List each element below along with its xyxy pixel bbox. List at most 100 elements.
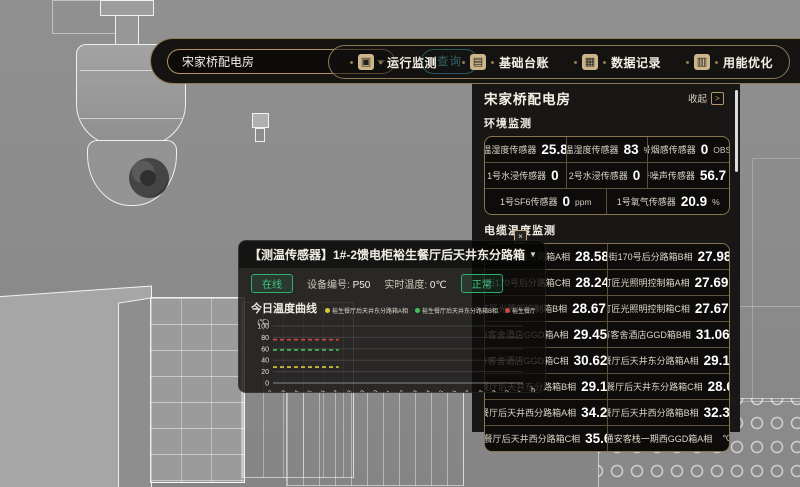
env-cell: 1号温湿度传感器 83 %RH (567, 137, 648, 162)
nav-label: 基础台账 (499, 54, 549, 71)
legend-item[interactable]: 裕生餐厅后天井东分路箱A相 (325, 306, 408, 315)
cabinet-wireframe-2 (286, 392, 464, 486)
device-no-label: 设备编号: (307, 280, 350, 291)
svg-text:80: 80 (261, 335, 269, 342)
collapse-chevron-icon[interactable]: > (711, 92, 724, 105)
camera-lens (129, 158, 169, 198)
popup-title-text: 【测温传感器】1#-2馈电柜裕生餐厅后天井东分路箱 (249, 246, 525, 263)
sensor-value: 29.15 (581, 379, 606, 394)
chart-title: 今日温度曲线 (251, 300, 317, 316)
svg-text:20:34: 20:34 (287, 389, 301, 393)
svg-text:20:36: 20:36 (314, 389, 328, 393)
dot-separator (715, 61, 718, 64)
nav-item-data-records[interactable]: ▦ 数据记录 (569, 54, 661, 71)
sensor-value: 29.15 (704, 353, 729, 368)
svg-text:20:43: 20:43 (406, 389, 420, 393)
sensor-value: 0 (701, 142, 709, 157)
sensor-value: 34.28 (581, 405, 606, 420)
temperature-chart: 020406080100(℃)20:3220:3320:3420:3520:36… (247, 317, 539, 393)
legend-item[interactable]: 裕生餐厅后天井东分路箱C相 (505, 306, 535, 315)
svg-text:20:32: 20:32 (261, 389, 275, 393)
nav-item-base-ledger[interactable]: ▤ 基础台账 (457, 54, 549, 71)
status-badge-normal: 正常 (461, 274, 503, 293)
app: 查询 ▣ 运行监测 ▤ 基础台账 ▦ 数据记录 ▥ (0, 0, 800, 487)
env-sensor-table: 1号温湿度传感器 25.8 ℃ 1号温湿度传感器 83 %RH 1号烟感传感器 … (484, 136, 730, 215)
wireframe-box-2 (752, 158, 800, 402)
cable-cell: 裕生餐厅后天井西分路箱A相34.28℃ (485, 400, 607, 425)
nav-label: 用能优化 (723, 54, 773, 71)
top-toolbar: 查询 ▣ 运行监测 ▤ 基础台账 ▦ 数据记录 ▥ (150, 38, 800, 84)
legend-item[interactable]: 裕生餐厅后天井东分路箱B相 (415, 306, 498, 315)
chevron-down-icon: ▼ (529, 250, 537, 259)
sensor-label: 通安客栈一期西GGD箱A相 (608, 432, 713, 445)
sensor-label: 裕生餐厅后天井西分路箱A相 (485, 406, 576, 419)
svg-text:40: 40 (261, 358, 269, 365)
cable-cell: 裕生餐厅后天井西分路箱B相32.34℃ (608, 400, 730, 425)
status-badge-online: 在线 (251, 274, 293, 293)
svg-text:20:38: 20:38 (340, 389, 354, 393)
legend-dot (325, 308, 330, 313)
svg-text:(℃): (℃) (257, 318, 269, 326)
env-cell: 1号水浸传感器 0 (485, 163, 566, 188)
camera-mount (100, 0, 154, 16)
dot-separator (603, 61, 606, 64)
sensor-label: 西大街170号后分路箱B相 (608, 250, 693, 263)
cable-cell: 裕生餐厅后天井东分路箱A相29.15℃ (608, 348, 730, 373)
cabinet-model-center (150, 297, 245, 483)
legend-dot (505, 308, 510, 313)
env-cell: 1号烟感传感器 0 OBS/m (648, 137, 729, 162)
sensor-label: 水市客舍酒店GGD箱B相 (608, 328, 691, 341)
sensor-value: 35.6 (585, 431, 606, 446)
env-cell: 1号SF6传感器 0 ppm (485, 189, 606, 214)
dot-separator (574, 61, 577, 64)
sensor-device-stem (255, 128, 265, 142)
svg-text:20: 20 (261, 369, 269, 376)
svg-text:20:46: 20:46 (445, 389, 459, 393)
sensor-device-model (252, 113, 269, 128)
device-no-value: P50 (353, 280, 371, 291)
sensor-label: 路灯匠光照明控制箱C相 (608, 302, 690, 315)
sensor-value: 29.45 (573, 327, 606, 342)
svg-text:20:45: 20:45 (432, 389, 446, 393)
env-cell: 1号温湿度传感器 25.8 ℃ (485, 137, 566, 162)
sensor-popup: 【测温传感器】1#-2馈电柜裕生餐厅后天井东分路箱 ▼ 在线 设备编号: P50… (238, 240, 546, 393)
popup-title-dropdown[interactable]: 【测温传感器】1#-2馈电柜裕生餐厅后天井东分路箱 ▼ (239, 241, 545, 268)
cable-cell: 路灯匠光照明控制箱C相27.67℃ (608, 296, 730, 321)
panel-scrollbar[interactable] (735, 90, 738, 172)
chart-header: 今日温度曲线 裕生餐厅后天井东分路箱A相裕生餐厅后天井东分路箱B相裕生餐厅后天井… (239, 293, 545, 316)
collapse-control[interactable]: 收起 > (688, 91, 724, 105)
svg-text:20:51: 20:51 (511, 389, 525, 393)
nav-item-run-monitor[interactable]: ▣ 运行监测 (345, 54, 437, 71)
svg-text:20:35: 20:35 (301, 389, 315, 393)
chart-container: 020406080100(℃)20:3220:3320:3420:3520:36… (239, 316, 545, 393)
sensor-value: 28.67 (572, 301, 606, 316)
sensor-label: 1号SF6传感器 (500, 195, 558, 208)
nav-label: 数据记录 (611, 54, 661, 71)
camera-rib (80, 118, 182, 119)
realtime-temp: 实时温度: 0℃ (384, 276, 446, 291)
dot-separator (686, 61, 689, 64)
sensor-unit: ppm (575, 197, 592, 207)
legend-name: 裕生餐厅后天井东分路箱C相 (512, 306, 535, 315)
svg-text:20:33: 20:33 (274, 389, 288, 393)
svg-text:60: 60 (261, 346, 269, 353)
cable-cell: 裕生餐厅后天井西分路箱C相35.6℃ (485, 426, 607, 451)
nav-item-energy-optimize[interactable]: ▥ 用能优化 (681, 54, 773, 71)
cable-cell: 通安客栈一期西GGD箱A相℃ (608, 426, 730, 451)
device-no: 设备编号: P50 (307, 276, 370, 291)
sensor-label: 裕生餐厅后天井东分路箱A相 (608, 354, 699, 367)
records-icon: ▦ (582, 54, 598, 70)
sensor-value: 0 (633, 168, 641, 183)
svg-text:20:42: 20:42 (393, 389, 407, 393)
monitor-icon: ▣ (358, 54, 374, 70)
svg-text:20:48: 20:48 (472, 389, 486, 393)
sensor-value: 28.24 (575, 275, 606, 290)
realtime-temp-value: 0℃ (430, 280, 447, 291)
chart-legend: 裕生餐厅后天井东分路箱A相裕生餐厅后天井东分路箱B相 裕生餐厅后天井东分路箱C相 (325, 306, 535, 316)
legend-name: 裕生餐厅后天井东分路箱A相 (332, 306, 408, 315)
sensor-label: 1号噪声传感器 (648, 169, 695, 182)
svg-text:h: h (531, 387, 535, 393)
collapse-label: 收起 (688, 91, 707, 105)
svg-text:20:40: 20:40 (366, 389, 380, 393)
cabinet-model-left-side (118, 297, 152, 487)
